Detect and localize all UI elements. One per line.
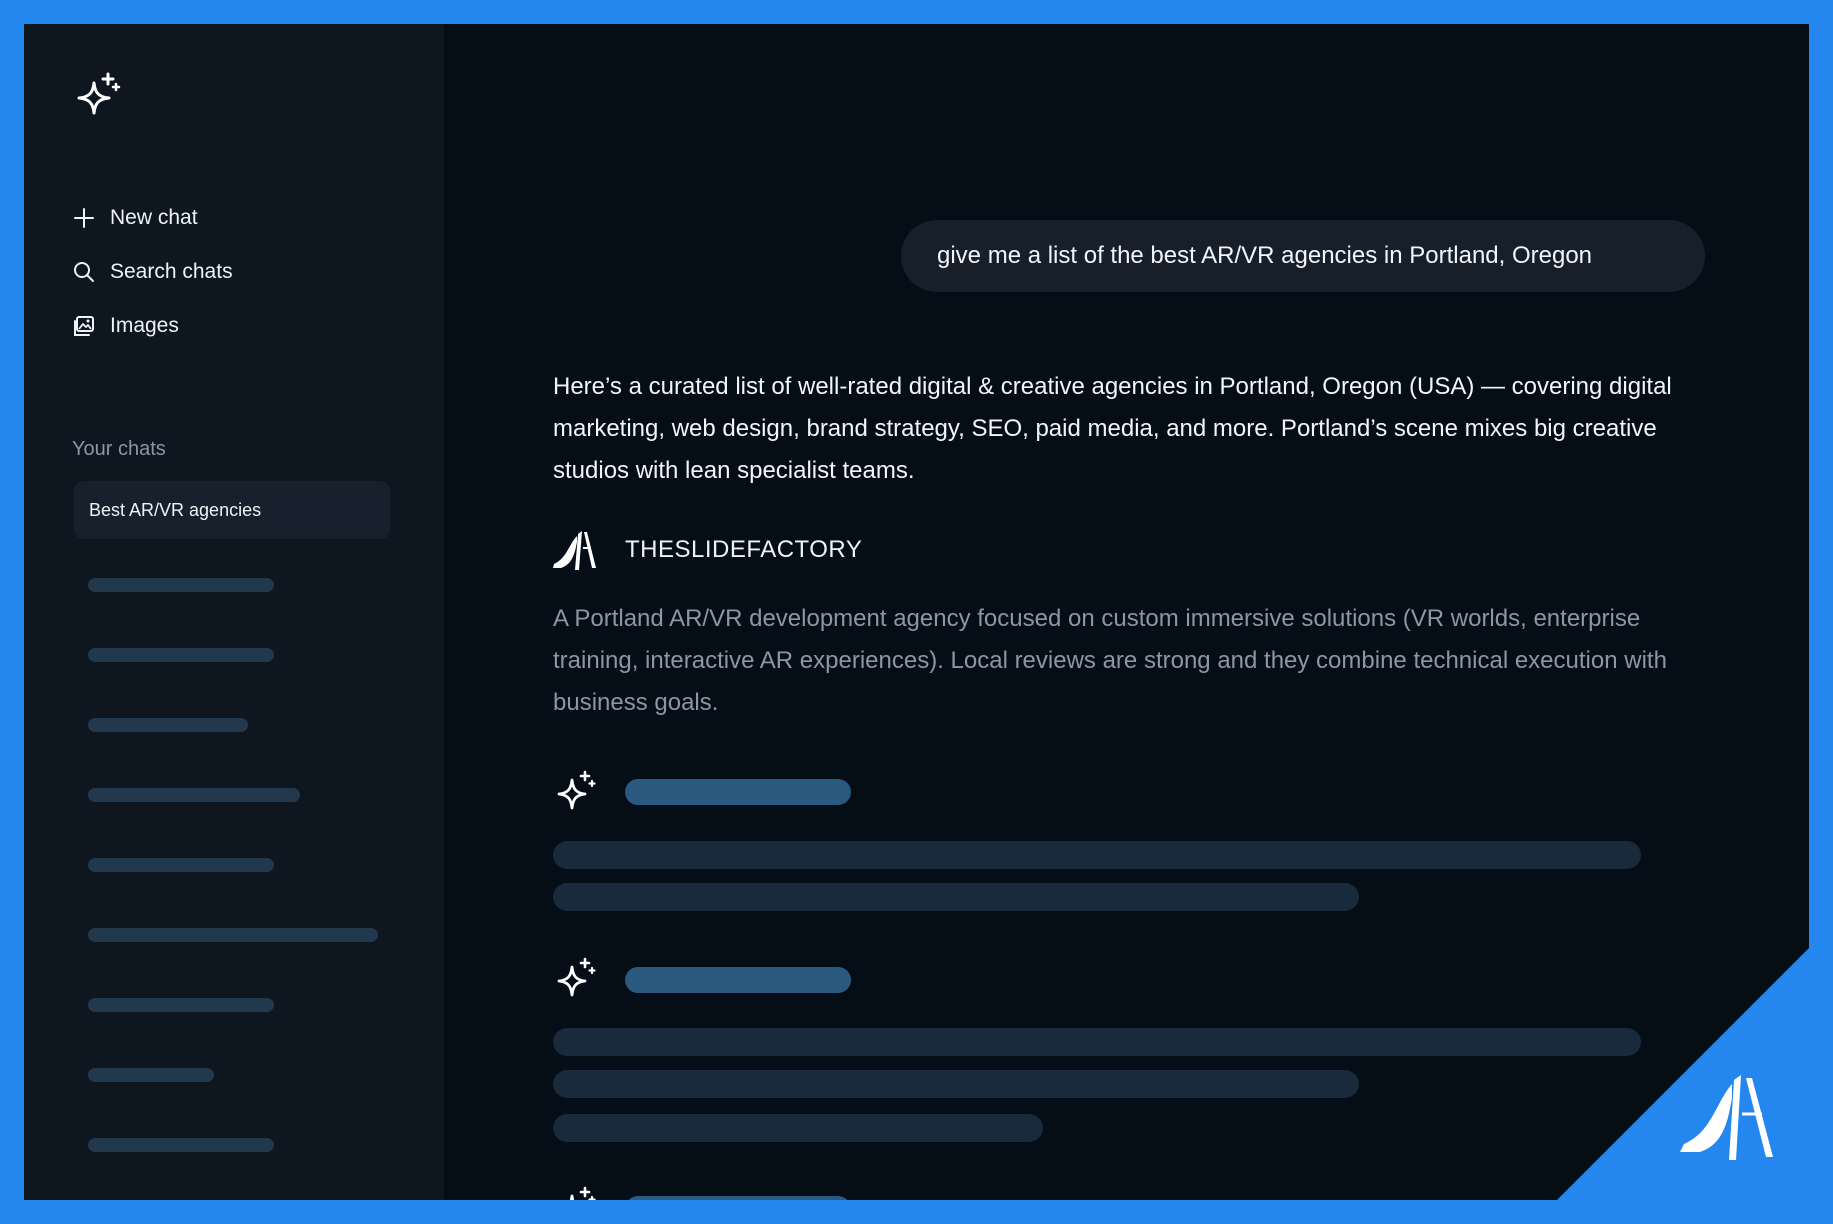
slide-factory-logo-icon: [553, 531, 596, 570]
agency-name: THESLIDEFACTORY: [625, 536, 863, 563]
assistant-intro-text: Here’s a curated list of well-rated digi…: [553, 373, 1672, 484]
your-chats-heading: Your chats: [72, 438, 166, 460]
search-chats-button[interactable]: Search chats: [72, 252, 233, 292]
sparkle-icon: [557, 957, 596, 997]
loading-title-placeholder: [625, 779, 851, 805]
loading-line-placeholder: [553, 841, 1641, 869]
chat-item-placeholder[interactable]: [88, 648, 274, 662]
images-label: Images: [110, 314, 179, 337]
images-button[interactable]: Images: [72, 306, 179, 346]
search-chats-label: Search chats: [110, 260, 233, 283]
chat-item-placeholder[interactable]: [88, 1138, 274, 1152]
sparkle-logo-icon[interactable]: [74, 70, 124, 120]
loading-line-placeholder: [553, 883, 1359, 911]
chat-item-placeholder[interactable]: [88, 1068, 214, 1082]
app-window: New chat Search chats Images Your chats …: [24, 24, 1809, 1200]
chat-item-placeholder[interactable]: [88, 858, 274, 872]
loading-title-placeholder: [625, 1196, 851, 1200]
user-message-bubble: give me a list of the best AR/VR agencie…: [901, 220, 1705, 292]
loading-line-placeholder: [553, 1114, 1043, 1142]
agency-description: A Portland AR/VR development agency focu…: [553, 605, 1667, 716]
loading-line-placeholder: [553, 1028, 1641, 1056]
chat-item-placeholder[interactable]: [88, 718, 248, 732]
chat-item-placeholder[interactable]: [88, 928, 378, 942]
loading-title-placeholder: [625, 967, 851, 993]
loading-line-placeholder: [553, 1070, 1359, 1098]
sparkle-icon: [557, 770, 596, 810]
chat-item-placeholder[interactable]: [88, 788, 300, 802]
images-icon: [74, 316, 94, 336]
search-icon: [74, 262, 94, 282]
plus-icon: [74, 208, 94, 228]
chat-item-placeholder[interactable]: [88, 998, 274, 1012]
new-chat-label: New chat: [110, 206, 198, 229]
chat-item-placeholder[interactable]: [88, 578, 274, 592]
chat-item-active[interactable]: Best AR/VR agencies: [74, 481, 390, 539]
sparkle-icon: [569, 1186, 596, 1200]
new-chat-button[interactable]: New chat: [72, 198, 198, 238]
sidebar: New chat Search chats Images Your chats …: [24, 24, 444, 1200]
